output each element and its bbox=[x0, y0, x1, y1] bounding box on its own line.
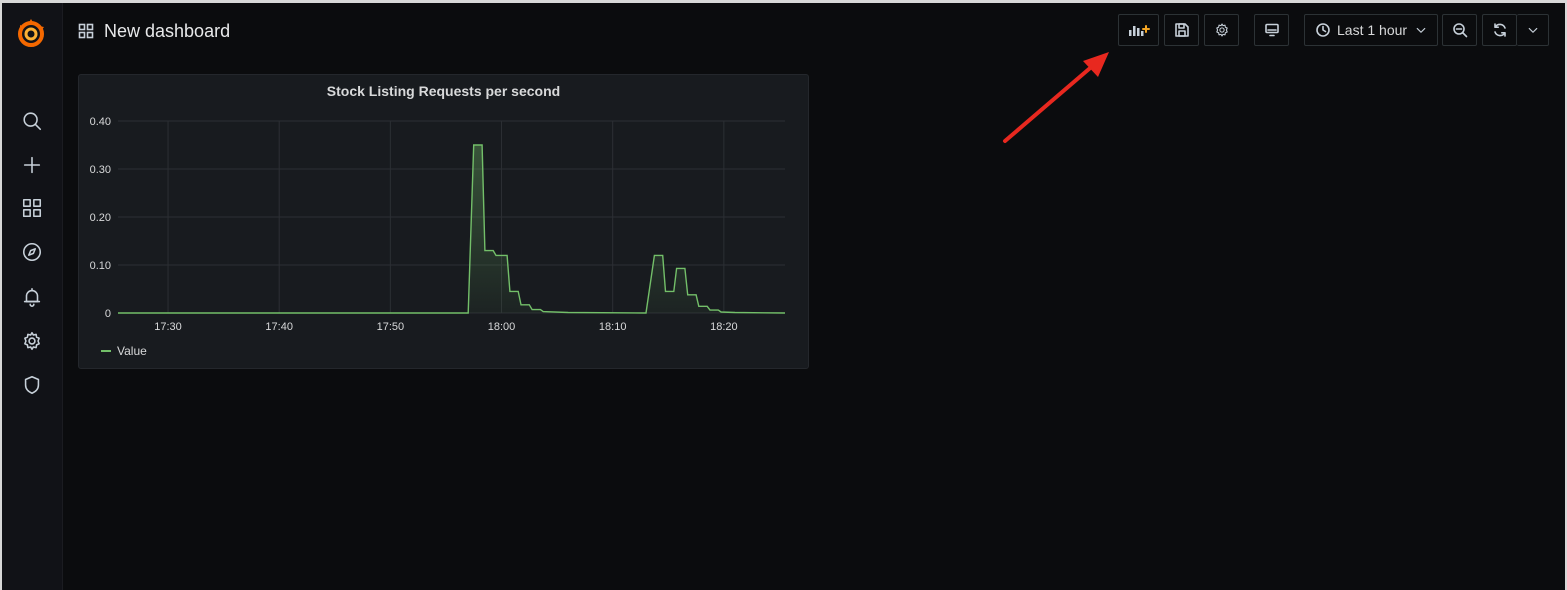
legend-swatch bbox=[101, 350, 111, 352]
y-tick-label: 0.20 bbox=[90, 212, 111, 224]
x-tick-label: 18:20 bbox=[710, 321, 738, 333]
settings-icon bbox=[1215, 23, 1228, 37]
refresh-button[interactable] bbox=[1482, 14, 1517, 46]
grafana-logo-icon[interactable] bbox=[14, 17, 48, 51]
shield-icon[interactable] bbox=[18, 371, 46, 399]
x-tick-label: 18:10 bbox=[599, 321, 627, 333]
apps-icon bbox=[78, 23, 94, 39]
gear-icon[interactable] bbox=[18, 327, 46, 355]
zoom-out-button[interactable] bbox=[1442, 14, 1477, 46]
series-area bbox=[118, 145, 785, 313]
time-range-label: Last 1 hour bbox=[1337, 22, 1408, 38]
sidebar bbox=[2, 3, 63, 590]
window-top-border bbox=[0, 0, 1567, 3]
legend-item[interactable]: Value bbox=[101, 344, 147, 358]
time-range-picker[interactable]: Last 1 hour bbox=[1304, 14, 1438, 46]
tv-mode-button[interactable] bbox=[1254, 14, 1289, 46]
y-tick-label: 0 bbox=[105, 308, 111, 320]
bell-icon[interactable] bbox=[18, 283, 46, 311]
add-panel-button[interactable] bbox=[1118, 14, 1159, 46]
dashboard-settings-button[interactable] bbox=[1204, 14, 1239, 46]
x-tick-label: 17:30 bbox=[154, 321, 182, 333]
search-icon[interactable] bbox=[18, 107, 46, 135]
chevron-down-icon bbox=[1416, 27, 1426, 33]
y-tick-label: 0.30 bbox=[90, 164, 111, 176]
x-tick-label: 17:40 bbox=[265, 321, 293, 333]
apps-icon[interactable] bbox=[18, 194, 46, 222]
zoom-out-icon bbox=[1452, 23, 1467, 38]
plus-icon[interactable] bbox=[18, 151, 46, 179]
refresh-interval-dropdown[interactable] bbox=[1517, 14, 1549, 46]
page-title: New dashboard bbox=[104, 20, 231, 41]
x-tick-label: 17:50 bbox=[377, 321, 405, 333]
save-dashboard-button[interactable] bbox=[1164, 14, 1199, 46]
legend-label: Value bbox=[117, 344, 147, 358]
dashboard-title[interactable]: New dashboard bbox=[78, 18, 230, 44]
graph-chart: 0 0.10 0.20 0.30 0.40 17:30 17:40 17:50 18:00 18:… bbox=[90, 116, 786, 333]
graph-panel[interactable]: Stock Listing Requests per second 0 0.10 0… bbox=[78, 74, 809, 369]
chevron-down-icon bbox=[1528, 27, 1537, 33]
refresh-icon bbox=[1493, 23, 1506, 37]
add-panel-icon bbox=[1128, 25, 1150, 36]
x-tick-label: 18:00 bbox=[488, 321, 516, 333]
save-icon bbox=[1174, 23, 1189, 37]
clock-icon bbox=[1316, 23, 1330, 37]
y-tick-label: 0.10 bbox=[90, 260, 111, 272]
y-tick-label: 0.40 bbox=[90, 116, 111, 128]
tv-monitor-icon bbox=[1264, 23, 1279, 37]
compass-icon[interactable] bbox=[18, 238, 46, 266]
